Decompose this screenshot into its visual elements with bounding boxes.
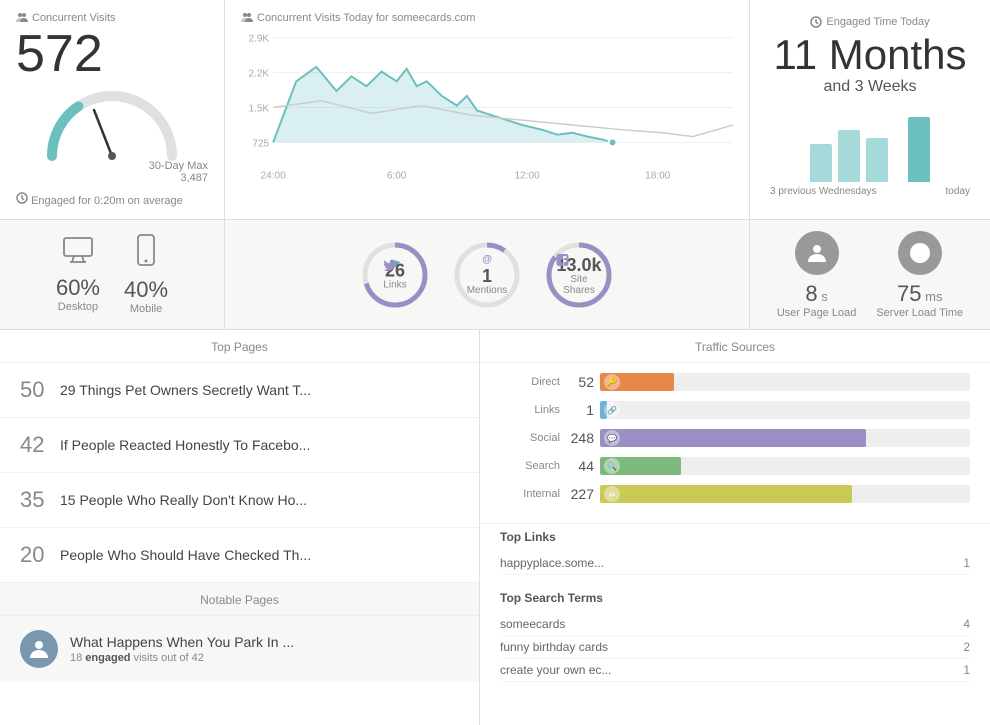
pages-panel: Top Pages 50 29 Things Pet Owners Secret… (0, 330, 480, 725)
svg-text:6:00: 6:00 (387, 170, 407, 181)
page-item: 50 29 Things Pet Owners Secretly Want T.… (0, 363, 479, 418)
traffic-list: Direct 52 🔑 Links 1 🔗 (480, 363, 990, 523)
device-section: 60% Desktop 40% Mobile (0, 220, 225, 329)
svg-text:2.2K: 2.2K (248, 69, 269, 80)
mobile-label: Mobile (124, 303, 168, 315)
notable-section: Notable Pages What Happens When You Park… (0, 583, 479, 682)
engaged-time-panel: Engaged Time Today 11 Months and 3 Weeks… (750, 0, 990, 219)
server-load-label: Server Load Time (876, 307, 963, 319)
traffic-item-links: Links 1 🔗 (500, 401, 970, 419)
traffic-panel: Traffic Sources Direct 52 🔑 Links (480, 330, 990, 725)
mobile-stat: 40% Mobile (124, 234, 168, 315)
max-label: 30-Day Max 3,487 (16, 160, 208, 184)
social-section: 🐦 26 Links @ 1 (225, 220, 750, 329)
notable-page-sub: 18 engaged visits out of 42 (70, 652, 294, 664)
siteshares-ring: 13.0k Site Shares (543, 239, 615, 311)
people-icon-2 (241, 12, 253, 24)
server-load-value: 75 ms (876, 281, 963, 307)
mobile-pct: 40% (124, 277, 168, 303)
top-links-section: Top Links happyplace.some... 1 (480, 523, 990, 585)
svg-text:12:00: 12:00 (515, 170, 541, 181)
svg-text:1.5K: 1.5K (248, 104, 269, 115)
svg-text:2.9K: 2.9K (248, 34, 269, 45)
siteshares-stat: 13.0k Site Shares (543, 239, 615, 311)
concurrent-visits-panel: Concurrent Visits 572 30-Day Max 3,487 E… (0, 0, 225, 219)
clock-icon (16, 192, 28, 204)
notable-item: What Happens When You Park In ... 18 eng… (0, 616, 479, 682)
desktop-stat: 60% Desktop (56, 236, 100, 313)
svg-text:18:00: 18:00 (645, 170, 671, 181)
notable-text: What Happens When You Park In ... 18 eng… (70, 634, 294, 664)
top-search-title: Top Search Terms (500, 591, 970, 605)
notable-title: Notable Pages (0, 583, 479, 616)
notable-page-title: What Happens When You Park In ... (70, 634, 294, 650)
desktop-icon (56, 236, 100, 271)
bar-today (908, 117, 930, 182)
bar-3 (866, 138, 888, 182)
mentions-ring: @ 1 Mentions (451, 239, 523, 311)
people-icon (16, 12, 28, 24)
server-section: 8 s User Page Load 75 ms Server Load Tim… (750, 220, 990, 329)
user-load-icon (795, 231, 839, 275)
concurrent-title: Concurrent Visits (16, 12, 208, 24)
traffic-item-search: Search 44 🔍 (500, 457, 970, 475)
server-load-icon (898, 231, 942, 275)
top-links-title: Top Links (500, 530, 970, 544)
bar-2 (838, 130, 860, 182)
links-ring: 🐦 26 Links (359, 239, 431, 311)
avatar (20, 630, 58, 668)
time-main: 11 Months (766, 32, 974, 78)
gauge (42, 86, 182, 156)
user-page-load: 8 s User Page Load (777, 231, 857, 319)
facebook-icon (556, 254, 568, 266)
traffic-item-internal: Internal 227 ⇄ (500, 485, 970, 503)
bars-labels: 3 previous Wednesdays today (766, 186, 974, 197)
mobile-icon (124, 234, 168, 273)
page-item: 42 If People Reacted Honestly To Facebo.… (0, 418, 479, 473)
top-search-terms-section: Top Search Terms someecards 4 funny birt… (480, 585, 990, 692)
line-chart: 2.9K 2.2K 1.5K 725 24:00 6:00 12:00 18:0… (241, 28, 733, 188)
desktop-label: Desktop (56, 301, 100, 313)
svg-text:725: 725 (252, 138, 269, 149)
server-load-time: 75 ms Server Load Time (876, 231, 963, 319)
avatar-icon (28, 638, 50, 660)
user-load-value: 8 s (777, 281, 857, 307)
twitter-icon (383, 259, 397, 271)
traffic-item-social: Social 248 💬 (500, 429, 970, 447)
middle-row: 60% Desktop 40% Mobile 🐦 (0, 220, 990, 330)
bottom-row: Top Pages 50 29 Things Pet Owners Secret… (0, 330, 990, 725)
engaged-text: Engaged for 0:20m on average (16, 192, 208, 207)
concurrent-chart-panel: Concurrent Visits Today for someecards.c… (225, 0, 750, 219)
search-item: funny birthday cards 2 (500, 636, 970, 659)
search-item: create your own ec... 1 (500, 659, 970, 682)
link-item: happyplace.some... 1 (500, 552, 970, 575)
page-item: 35 15 People Who Really Don't Know Ho... (0, 473, 479, 528)
concurrent-number: 572 (16, 28, 208, 80)
chart-title: Concurrent Visits Today for someecards.c… (241, 12, 733, 24)
comparison-bars (766, 112, 974, 182)
bar-1 (810, 144, 832, 182)
links-stat: 🐦 26 Links (359, 239, 431, 311)
user-load-label: User Page Load (777, 307, 857, 319)
top-pages-title: Top Pages (0, 330, 479, 363)
mentions-stat: @ 1 Mentions (451, 239, 523, 311)
traffic-title: Traffic Sources (480, 330, 990, 363)
search-item: someecards 4 (500, 613, 970, 636)
svg-text:24:00: 24:00 (261, 170, 287, 181)
desktop-pct: 60% (56, 275, 100, 301)
clock-icon-2 (810, 16, 822, 28)
page-item: 20 People Who Should Have Checked Th... (0, 528, 479, 583)
time-title: Engaged Time Today (766, 16, 974, 28)
traffic-item-direct: Direct 52 🔑 (500, 373, 970, 391)
page-list: 50 29 Things Pet Owners Secretly Want T.… (0, 363, 479, 583)
time-sub: and 3 Weeks (766, 78, 974, 96)
